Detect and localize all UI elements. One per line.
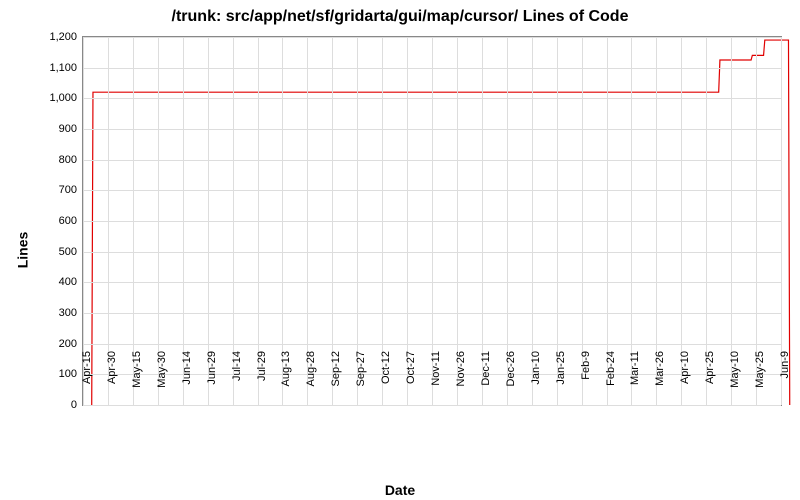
gridline-v [233,37,234,405]
x-tick-label: 29-Jun [206,351,218,411]
x-tick-label: 26-Dec [505,351,517,411]
x-tick-label: 10-May [729,351,741,411]
y-tick-label: 700 [59,184,83,196]
x-tick-label: 11-Nov [430,351,442,411]
x-tick-label: 27-Oct [405,351,417,411]
x-tick-label: 9-Jun [779,351,791,411]
y-tick-label: 200 [59,338,83,350]
x-tick-label: 28-Aug [305,351,317,411]
gridline-v [756,37,757,405]
gridline-v [382,37,383,405]
x-tick-label: 26-Nov [455,351,467,411]
x-tick-label: 25-Apr [704,351,716,411]
x-axis-label: Date [0,482,800,498]
x-tick-label: 25-Jan [555,351,567,411]
y-tick-label: 800 [59,154,83,166]
x-tick-label: 15-May [131,351,143,411]
gridline-v [332,37,333,405]
gridline-v [781,37,782,405]
x-tick-label: 27-Sep [355,351,367,411]
gridline-v [706,37,707,405]
gridline-v [607,37,608,405]
y-tick-label: 600 [59,215,83,227]
x-tick-label: 9-Feb [580,351,592,411]
y-tick-label: 1,100 [49,62,83,74]
y-tick-label: 500 [59,246,83,258]
gridline-v [407,37,408,405]
y-tick-label: 1,000 [49,92,83,104]
gridline-v [432,37,433,405]
gridline-v [582,37,583,405]
x-tick-label: 10-Apr [679,351,691,411]
y-axis-label: Lines [14,232,30,269]
gridline-v [307,37,308,405]
y-tick-label: 400 [59,276,83,288]
x-tick-label: 14-Jul [231,351,243,411]
x-tick-label: 11-Dec [480,351,492,411]
gridline-v [507,37,508,405]
x-tick-label: 15-Apr [81,351,93,411]
x-tick-label: 25-May [754,351,766,411]
x-tick-label: 11-Mar [629,351,641,411]
chart-container: /trunk: src/app/net/sf/gridarta/gui/map/… [0,0,800,500]
x-tick-label: 14-Jun [181,351,193,411]
y-tick-label: 300 [59,307,83,319]
gridline-v [357,37,358,405]
y-tick-label: 100 [59,368,83,380]
x-tick-label: 24-Feb [605,351,617,411]
gridline-v [108,37,109,405]
gridline-v [656,37,657,405]
chart-title: /trunk: src/app/net/sf/gridarta/gui/map/… [0,8,800,26]
gridline-v [258,37,259,405]
gridline-v [532,37,533,405]
gridline-v [133,37,134,405]
x-tick-label: 12-Sep [330,351,342,411]
gridline-v [482,37,483,405]
y-tick-label: 900 [59,123,83,135]
gridline-v [83,37,84,405]
gridline-v [158,37,159,405]
y-tick-label: 1,200 [49,31,83,43]
x-tick-label: 10-Jan [530,351,542,411]
x-tick-label: 12-Oct [380,351,392,411]
gridline-v [183,37,184,405]
gridline-v [282,37,283,405]
x-tick-label: 26-Mar [654,351,666,411]
plot-area: 01002003004005006007008009001,0001,1001,… [82,36,782,406]
gridline-v [557,37,558,405]
gridline-v [731,37,732,405]
x-tick-label: 30-May [156,351,168,411]
gridline-v [208,37,209,405]
gridline-v [681,37,682,405]
gridline-v [457,37,458,405]
x-tick-label: 13-Aug [280,351,292,411]
x-tick-label: 30-Apr [106,351,118,411]
x-tick-label: 29-Jul [256,351,268,411]
gridline-v [631,37,632,405]
